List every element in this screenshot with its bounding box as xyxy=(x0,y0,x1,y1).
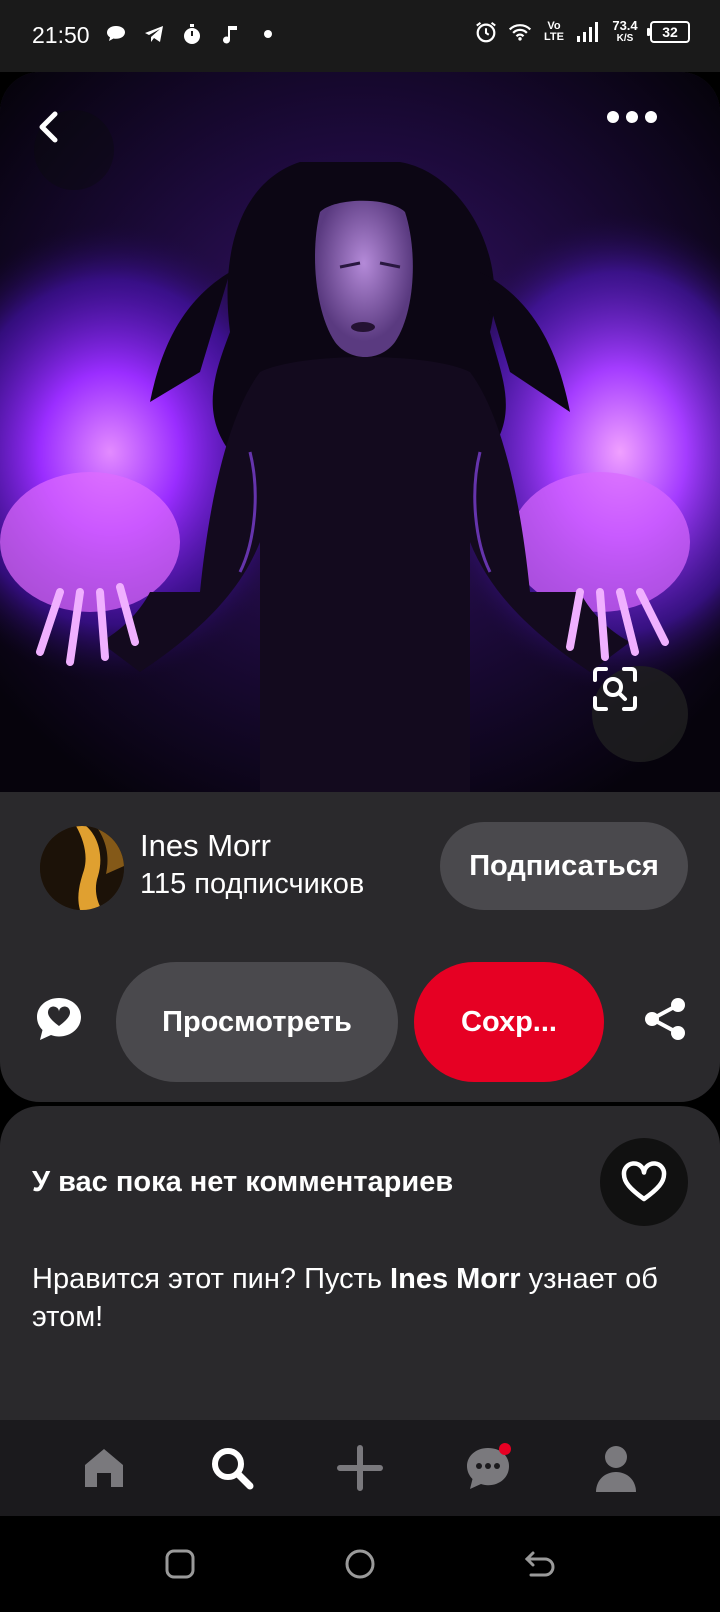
status-right-icons: Vo LTE 73.4 K/S 32 xyxy=(474,18,690,44)
signal-icon xyxy=(576,20,600,44)
back-nav-button[interactable] xyxy=(520,1544,560,1584)
message-bubble-icon xyxy=(104,22,128,46)
status-time: 21:50 xyxy=(32,22,90,48)
comments-card: У вас пока нет комментариев Нравится это… xyxy=(0,1106,720,1426)
more-options-button[interactable] xyxy=(606,110,686,190)
nav-search[interactable] xyxy=(197,1433,267,1503)
home-button[interactable] xyxy=(340,1544,380,1584)
nav-home[interactable] xyxy=(69,1433,139,1503)
creator-row: Ines Morr 115 подписчиков Подписаться xyxy=(0,792,720,932)
stopwatch-icon xyxy=(180,22,204,46)
profile-icon xyxy=(596,1446,636,1492)
view-button[interactable]: Просмотреть xyxy=(116,962,398,1082)
no-comments-title: У вас пока нет комментариев xyxy=(32,1166,454,1198)
save-button[interactable]: Сохр... xyxy=(414,962,604,1082)
creator-name[interactable]: Ines Morr xyxy=(140,828,271,864)
net-speed: 73.4 K/S xyxy=(612,18,638,44)
battery-icon: 32 xyxy=(647,21,690,43)
follow-button[interactable]: Подписаться xyxy=(440,822,688,910)
notification-dot xyxy=(499,1443,511,1455)
action-row: Просмотреть Сохр... xyxy=(0,962,720,1082)
bottom-nav xyxy=(0,1420,720,1516)
dot-icon xyxy=(256,22,280,46)
share-button[interactable] xyxy=(630,984,700,1054)
more-dots-icon xyxy=(607,111,657,123)
battery-level: 32 xyxy=(662,24,678,40)
heart-outline-icon xyxy=(621,1161,667,1202)
status-left-icons xyxy=(104,22,280,46)
share-icon xyxy=(645,998,685,1040)
telegram-icon xyxy=(142,22,166,46)
comment-heart-icon xyxy=(37,998,81,1040)
music-note-icon xyxy=(218,22,242,46)
pin-card: Ines Morr 115 подписчиков Подписаться Пр… xyxy=(0,72,720,1102)
volte-icon: Vo LTE xyxy=(544,20,564,43)
home-icon xyxy=(85,1449,123,1487)
pin-image[interactable] xyxy=(0,72,720,792)
back-button[interactable] xyxy=(34,110,114,190)
like-button[interactable] xyxy=(600,1138,688,1226)
avatar[interactable] xyxy=(40,826,124,910)
nav-create[interactable] xyxy=(325,1433,395,1503)
status-bar: 21:50 Vo LTE 73.4 K/S 32 xyxy=(0,0,720,72)
home-circle-icon xyxy=(345,1549,375,1579)
creator-followers: 115 подписчиков xyxy=(140,868,365,900)
plus-icon xyxy=(337,1445,383,1491)
search-icon xyxy=(212,1448,254,1490)
like-prompt: Нравится этот пин? Пусть Ines Morr узнае… xyxy=(32,1263,658,1333)
alarm-icon xyxy=(474,20,498,44)
nav-messages[interactable] xyxy=(453,1433,523,1503)
visual-search-icon xyxy=(593,667,637,711)
prompt-creator-name[interactable]: Ines Morr xyxy=(390,1263,521,1295)
wifi-icon xyxy=(508,20,532,44)
visual-search-button[interactable] xyxy=(592,666,688,762)
recents-icon xyxy=(165,1549,195,1579)
recents-button[interactable] xyxy=(160,1544,200,1584)
nav-profile[interactable] xyxy=(581,1433,651,1503)
chevron-left-icon xyxy=(39,111,58,143)
back-arrow-icon xyxy=(524,1551,555,1577)
comment-button[interactable] xyxy=(24,984,94,1054)
system-nav xyxy=(0,1516,720,1612)
